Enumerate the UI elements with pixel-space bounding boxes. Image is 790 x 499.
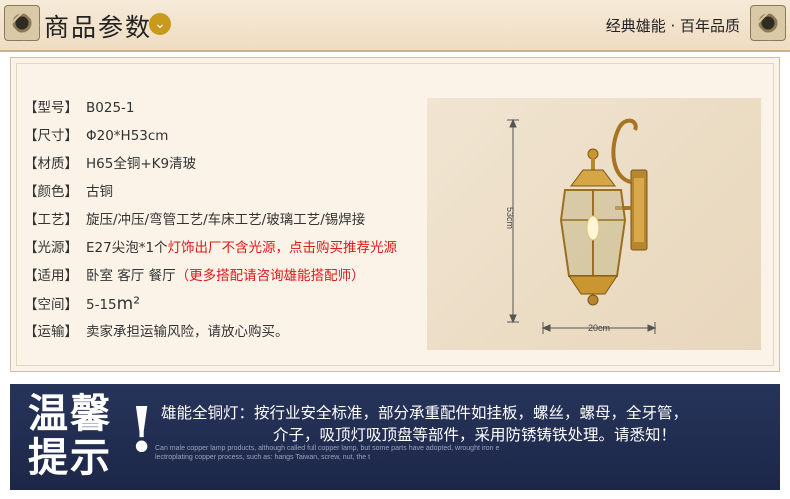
spec-label: 【运输】 [24,324,78,340]
spec-value: B025-1 [86,100,135,116]
tips-line-2: 介子，吸顶灯吸顶盘等部件，采用防锈铸铁处理。请悉知！ [273,426,677,444]
spec-label: 【工艺】 [24,212,78,228]
tips-line-1: 雄能全铜灯：按行业安全标准，部分承重配件如挂板，螺丝，螺母，全牙管， [161,404,689,422]
spec-value: 古铜 [86,184,113,200]
spec-value: 卧室 客厅 餐厅 [86,268,176,284]
chevron-down-icon[interactable]: ⌄ [149,13,171,35]
height-label: 53cm [505,207,515,229]
spec-value: H65全铜+K9清玻 [86,156,197,172]
tips-en-line-1: Can male copper lamp products, although … [155,445,500,452]
spec-value: 卖家承担运输风险，请放心购买。 [86,324,289,340]
ornament-left-icon [4,5,40,41]
spec-craft: 【工艺】 旋压/冲压/弯管工艺/车床工艺/玻璃工艺/锡焊接 [24,206,397,234]
spec-suitable: 【适用】 卧室 客厅 餐厅（更多搭配请咨询雄能搭配师） [24,262,397,290]
spec-list: 【型号】 B025-1 【尺寸】 Φ20*H53cm 【材质】 H65全铜+K9清玻 … [24,94,397,346]
spec-light-source: 【光源】 E27尖泡*1个灯饰出厂不含光源，点击购买推荐光源 [24,234,397,262]
spec-label: 【光源】 [24,240,78,256]
width-label: 20cm [588,323,610,333]
ornament-right-icon [750,5,786,41]
buy-light-source-link[interactable]: 灯饰出厂不含光源，点击购买推荐光源 [168,240,398,256]
lamp-bottom [568,275,618,295]
spec-label: 【材质】 [24,156,78,172]
spec-size: 【尺寸】 Φ20*H53cm [24,122,397,150]
header-bar: 商品参数 ⌄ 经典雄能 · 百年品质 [0,0,790,52]
lamp-bulb [586,215,600,241]
warm-tips-banner: 温馨 提示 ! 雄能全铜灯：按行业安全标准，部分承重配件如挂板，螺丝，螺母，全牙… [10,384,780,490]
spec-label: 【尺寸】 [24,128,78,144]
brand-slogan: 经典雄能 · 百年品质 [605,17,740,35]
spec-label: 【适用】 [24,268,78,284]
lamp-cap [570,169,616,187]
tips-english: Can male copper lamp products, although … [155,444,575,462]
spec-note: （更多搭配请咨询雄能搭配师） [175,268,365,284]
warm-tips-heading: 温馨 提示 ! [28,392,155,482]
spec-shipping: 【运输】 卖家承担运输风险，请放心购买。 [24,318,397,346]
spec-space: 【空间】 5-15m² [24,290,397,318]
tips-en-line-2: lectroplating copper process, such as: h… [155,454,371,461]
exclamation-icon: ! [128,393,158,466]
spec-unit: m² [116,294,141,314]
product-image: 53cm 20cm [427,98,761,350]
spec-label: 【颜色】 [24,184,78,200]
spec-value: Φ20*H53cm [86,128,169,144]
spec-value: 旋压/冲压/弯管工艺/车床工艺/玻璃工艺/锡焊接 [86,212,366,228]
spec-label: 【空间】 [24,297,78,313]
warm-tips-text: 雄能全铜灯：按行业安全标准，部分承重配件如挂板，螺丝，螺母，全牙管， 介子，吸顶… [161,402,761,446]
spec-model: 【型号】 B025-1 [24,94,397,122]
spec-value: 5-15 [86,297,117,313]
wall-lamp-illustration: 53cm 20cm [505,118,657,334]
spec-value: E27尖泡*1个 [86,240,168,256]
spec-color: 【颜色】 古铜 [24,178,397,206]
spec-material: 【材质】 H65全铜+K9清玻 [24,150,397,178]
section-title: 商品参数 [44,13,153,42]
spec-label: 【型号】 [24,100,78,116]
